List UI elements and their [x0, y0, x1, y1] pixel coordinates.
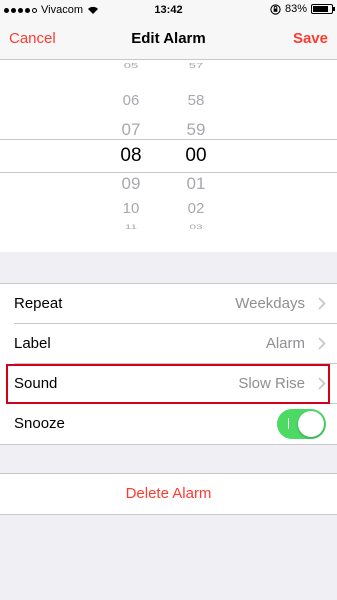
sound-row[interactable]: Sound Slow Rise [0, 364, 337, 404]
minute-option[interactable]: 00 [166, 145, 226, 167]
hour-option[interactable]: 05 [101, 61, 161, 69]
label-label: Label [14, 335, 51, 352]
minute-wheel[interactable]: 57 58 59 00 01 02 03 [166, 60, 226, 252]
hour-wheel[interactable]: 05 06 07 08 09 10 11 [101, 60, 161, 252]
status-bar: Vivacom 13:42 83% [0, 0, 337, 20]
battery-percent: 83% [284, 3, 307, 15]
battery-group: 83% [270, 3, 335, 15]
save-button[interactable]: Save [293, 30, 328, 47]
hour-option[interactable]: 10 [101, 200, 161, 217]
snooze-toggle[interactable] [277, 409, 326, 439]
snooze-label: Snooze [14, 415, 65, 432]
rotation-lock-icon [270, 3, 281, 15]
repeat-label: Repeat [14, 295, 63, 312]
hour-option[interactable]: 11 [101, 223, 161, 231]
hour-option[interactable]: 07 [101, 120, 161, 140]
navigation-bar: Cancel Edit Alarm Save [0, 20, 337, 60]
label-row[interactable]: Label Alarm [0, 324, 337, 364]
chevron-right-icon [318, 337, 326, 350]
sound-value: Slow Rise [238, 375, 305, 392]
hour-option[interactable]: 08 [101, 145, 161, 167]
minute-option[interactable]: 03 [166, 223, 226, 231]
minute-option[interactable]: 57 [166, 61, 226, 69]
repeat-row[interactable]: Repeat Weekdays [0, 284, 337, 324]
sound-label: Sound [14, 375, 58, 392]
label-value: Alarm [265, 335, 305, 352]
alarm-settings-list: Repeat Weekdays Label Alarm Sound Slow R… [0, 283, 337, 445]
chevron-right-icon [318, 377, 326, 390]
repeat-value: Weekdays [235, 295, 305, 312]
minute-option[interactable]: 01 [166, 174, 226, 194]
chevron-right-icon [318, 297, 326, 310]
hour-option[interactable]: 06 [101, 92, 161, 109]
time-picker[interactable]: 05 06 07 08 09 10 11 57 58 59 00 01 02 03 [0, 60, 337, 252]
battery-icon [311, 4, 335, 14]
snooze-row: Snooze [0, 404, 337, 444]
hour-option[interactable]: 09 [101, 174, 161, 194]
minute-option[interactable]: 02 [166, 200, 226, 217]
delete-group: Delete Alarm [0, 473, 337, 515]
minute-option[interactable]: 58 [166, 92, 226, 109]
delete-alarm-button[interactable]: Delete Alarm [0, 485, 337, 502]
minute-option[interactable]: 59 [166, 120, 226, 140]
cancel-button[interactable]: Cancel [9, 30, 56, 47]
